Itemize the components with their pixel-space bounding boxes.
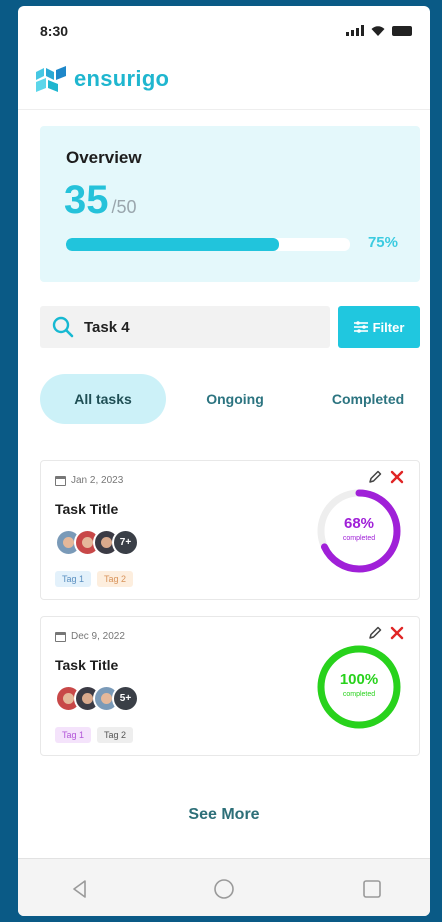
search-input[interactable] <box>84 314 314 340</box>
overview-progress-label: 75% <box>367 234 398 251</box>
avatar-more-count: 5+ <box>112 685 139 712</box>
task-title: Task Title <box>55 501 119 517</box>
signal-icon <box>346 25 364 36</box>
delete-close-icon[interactable] <box>389 625 405 641</box>
search-bar <box>40 306 330 348</box>
task-tags: Tag 1 Tag 2 <box>55 727 134 743</box>
task-date: Jan 2, 2023 <box>55 475 123 486</box>
phone-screen: 8:30 ensurigo Overview 35 /50 75% Task 4… <box>18 6 430 916</box>
completion-ring: 100% completed <box>313 641 405 733</box>
completion-percent: 100% <box>339 671 379 688</box>
wifi-icon <box>371 26 385 36</box>
overview-title: Overview <box>66 148 142 167</box>
tab-completed[interactable]: Completed <box>316 374 420 424</box>
overview-total-count: /50 <box>111 197 137 217</box>
edit-pencil-icon[interactable] <box>367 469 383 485</box>
brand-name: ensurigo <box>74 66 170 91</box>
back-icon[interactable] <box>68 877 92 901</box>
recents-icon[interactable] <box>360 877 384 901</box>
delete-close-icon[interactable] <box>389 469 405 485</box>
status-time: 8:30 <box>40 23 69 39</box>
tag-badge: Tag 2 <box>97 571 134 587</box>
tab-ongoing[interactable]: Ongoing <box>190 374 280 424</box>
task-date-text: Jan 2, 2023 <box>71 475 124 486</box>
task-card[interactable]: Dec 9, 2022 Task Title 5+ Tag 1 Tag 2 10… <box>40 616 420 756</box>
status-icons <box>346 25 412 36</box>
status-bar: 8:30 <box>18 6 430 54</box>
battery-icon <box>392 26 412 36</box>
tag-badge: Tag 1 <box>55 727 92 743</box>
completion-percent: 68% <box>343 515 375 532</box>
task-actions <box>367 469 405 485</box>
search-icon <box>52 316 74 338</box>
calendar-icon <box>55 475 66 486</box>
home-icon[interactable] <box>212 877 236 901</box>
completion-status: completed <box>342 535 376 542</box>
overview-done-count: 35 <box>64 178 109 222</box>
task-tabs: All tasks Ongoing Completed <box>40 374 420 424</box>
system-nav-bar <box>18 858 430 916</box>
task-tags: Tag 1 Tag 2 <box>55 571 134 587</box>
calendar-icon <box>55 631 66 642</box>
avatar-more-count: 7+ <box>112 529 139 556</box>
task-card[interactable]: Jan 2, 2023 Task Title 7+ Tag 1 Tag 2 68… <box>40 460 420 600</box>
overview-progress-fill <box>66 238 279 251</box>
completion-ring: 68% completed <box>313 485 405 577</box>
see-more-link[interactable]: See More <box>18 806 430 824</box>
assignee-avatars[interactable]: 7+ <box>55 529 139 556</box>
overview-count: 35 /50 <box>64 178 137 223</box>
task-date: Dec 9, 2022 <box>55 631 125 642</box>
overview-progress-bar <box>66 238 350 251</box>
filter-icon <box>353 321 368 333</box>
filter-button[interactable]: Filter <box>338 306 420 348</box>
edit-pencil-icon[interactable] <box>367 625 383 641</box>
logo-mark-icon <box>36 66 66 92</box>
tag-badge: Tag 2 <box>97 727 134 743</box>
filter-label: Filter <box>372 319 405 335</box>
overview-card: Overview 35 /50 75% <box>40 126 420 282</box>
brand-logo[interactable]: ensurigo <box>34 64 169 94</box>
task-title: Task Title <box>55 657 119 673</box>
app-header: ensurigo <box>18 54 430 110</box>
task-actions <box>367 625 405 641</box>
task-date-text: Dec 9, 2022 <box>71 631 125 642</box>
tag-badge: Tag 1 <box>55 571 92 587</box>
tab-all-tasks[interactable]: All tasks <box>40 374 166 424</box>
completion-status: completed <box>342 691 376 698</box>
assignee-avatars[interactable]: 5+ <box>55 685 139 712</box>
